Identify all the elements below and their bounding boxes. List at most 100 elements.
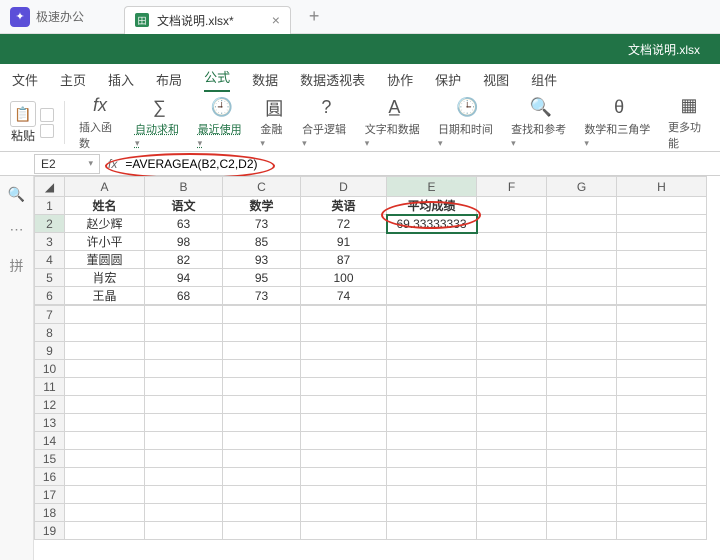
row-header[interactable]: 5 — [35, 269, 65, 287]
cell[interactable] — [145, 504, 223, 522]
cell[interactable]: 100 — [301, 269, 387, 287]
tab-layout[interactable]: 布局 — [156, 70, 182, 89]
cell[interactable] — [617, 342, 707, 360]
cell[interactable] — [145, 468, 223, 486]
cell[interactable]: 94 — [145, 269, 223, 287]
math-button[interactable]: θ 数学和三角学 — [584, 97, 654, 149]
cell[interactable] — [223, 522, 301, 540]
tab-insert[interactable]: 插入 — [108, 70, 134, 89]
cell[interactable] — [65, 504, 145, 522]
cell[interactable] — [617, 450, 707, 468]
cell[interactable] — [617, 432, 707, 450]
row-header[interactable]: 15 — [35, 450, 65, 468]
cell[interactable] — [145, 522, 223, 540]
cell[interactable] — [617, 378, 707, 396]
cell[interactable] — [65, 378, 145, 396]
cell[interactable] — [301, 360, 387, 378]
cell[interactable] — [617, 504, 707, 522]
cell[interactable] — [65, 432, 145, 450]
cell[interactable] — [477, 233, 547, 251]
cell[interactable] — [301, 396, 387, 414]
cell[interactable]: 许小平 — [65, 233, 145, 251]
fx-label[interactable]: fx — [108, 157, 117, 171]
cell[interactable] — [617, 396, 707, 414]
copy-icon[interactable] — [40, 124, 54, 138]
cell[interactable]: 82 — [145, 251, 223, 269]
cell[interactable] — [387, 450, 477, 468]
cell[interactable] — [617, 414, 707, 432]
tab-home[interactable]: 主页 — [60, 70, 86, 89]
tab-file[interactable]: 文件 — [12, 70, 38, 89]
cell[interactable] — [387, 324, 477, 342]
cell[interactable] — [223, 432, 301, 450]
cell[interactable]: 68 — [145, 287, 223, 305]
cell[interactable] — [477, 450, 547, 468]
cell[interactable] — [477, 522, 547, 540]
cell[interactable] — [547, 251, 617, 269]
cell[interactable] — [301, 414, 387, 432]
cell[interactable] — [617, 468, 707, 486]
text-data-button[interactable]: A̲ 文字和数据 — [365, 97, 424, 149]
row-header[interactable]: 12 — [35, 396, 65, 414]
cell[interactable] — [547, 522, 617, 540]
cell[interactable] — [477, 306, 547, 324]
cell[interactable]: 姓名 — [65, 197, 145, 215]
cell[interactable] — [65, 360, 145, 378]
language-icon[interactable]: 拼 — [10, 256, 24, 276]
document-tab[interactable]: 田 文档说明.xlsx* × — [124, 6, 291, 34]
cell[interactable] — [387, 504, 477, 522]
cell[interactable]: 63 — [145, 215, 223, 233]
chevron-down-icon[interactable]: ▾ — [88, 158, 93, 169]
cell[interactable]: 72 — [301, 215, 387, 233]
row-header[interactable]: 4 — [35, 251, 65, 269]
cell[interactable] — [145, 342, 223, 360]
cell[interactable] — [547, 324, 617, 342]
cell[interactable] — [387, 251, 477, 269]
cell[interactable] — [477, 215, 547, 233]
cell[interactable] — [547, 414, 617, 432]
col-header-F[interactable]: F — [477, 177, 547, 197]
cell[interactable] — [387, 287, 477, 305]
col-header-D[interactable]: D — [301, 177, 387, 197]
cell[interactable] — [547, 504, 617, 522]
cell[interactable] — [547, 468, 617, 486]
name-box[interactable]: E2 ▾ — [34, 154, 100, 174]
cell[interactable] — [145, 378, 223, 396]
cell[interactable] — [477, 287, 547, 305]
row-header[interactable]: 14 — [35, 432, 65, 450]
cell[interactable] — [477, 342, 547, 360]
cell[interactable] — [547, 486, 617, 504]
row-header[interactable]: 16 — [35, 468, 65, 486]
more-button[interactable]: ▦ 更多功能 — [668, 95, 710, 151]
cell[interactable] — [301, 306, 387, 324]
cell-E2[interactable]: 69.33333333 — [387, 215, 477, 233]
cell[interactable]: 王晶 — [65, 287, 145, 305]
cell[interactable] — [301, 378, 387, 396]
cell[interactable] — [387, 269, 477, 287]
row-header[interactable]: 19 — [35, 522, 65, 540]
tab-pivot[interactable]: 数据透视表 — [300, 70, 365, 89]
cell[interactable] — [223, 504, 301, 522]
tab-formula[interactable]: 公式 — [204, 67, 230, 92]
cell[interactable] — [477, 360, 547, 378]
cell[interactable] — [477, 197, 547, 215]
cell[interactable] — [223, 306, 301, 324]
cell[interactable] — [617, 269, 707, 287]
row-header[interactable]: 8 — [35, 324, 65, 342]
cell[interactable] — [145, 324, 223, 342]
close-tab-icon[interactable]: × — [272, 12, 280, 28]
cell[interactable] — [387, 486, 477, 504]
cell[interactable] — [477, 251, 547, 269]
row-header[interactable]: 1 — [35, 197, 65, 215]
row-header[interactable]: 9 — [35, 342, 65, 360]
cell[interactable] — [617, 215, 707, 233]
row-header[interactable]: 18 — [35, 504, 65, 522]
cell[interactable] — [65, 522, 145, 540]
cell[interactable] — [617, 522, 707, 540]
cell[interactable] — [387, 233, 477, 251]
tab-collab[interactable]: 协作 — [387, 70, 413, 89]
cell[interactable]: 91 — [301, 233, 387, 251]
cell[interactable] — [65, 468, 145, 486]
cell[interactable] — [301, 324, 387, 342]
cell[interactable] — [301, 522, 387, 540]
